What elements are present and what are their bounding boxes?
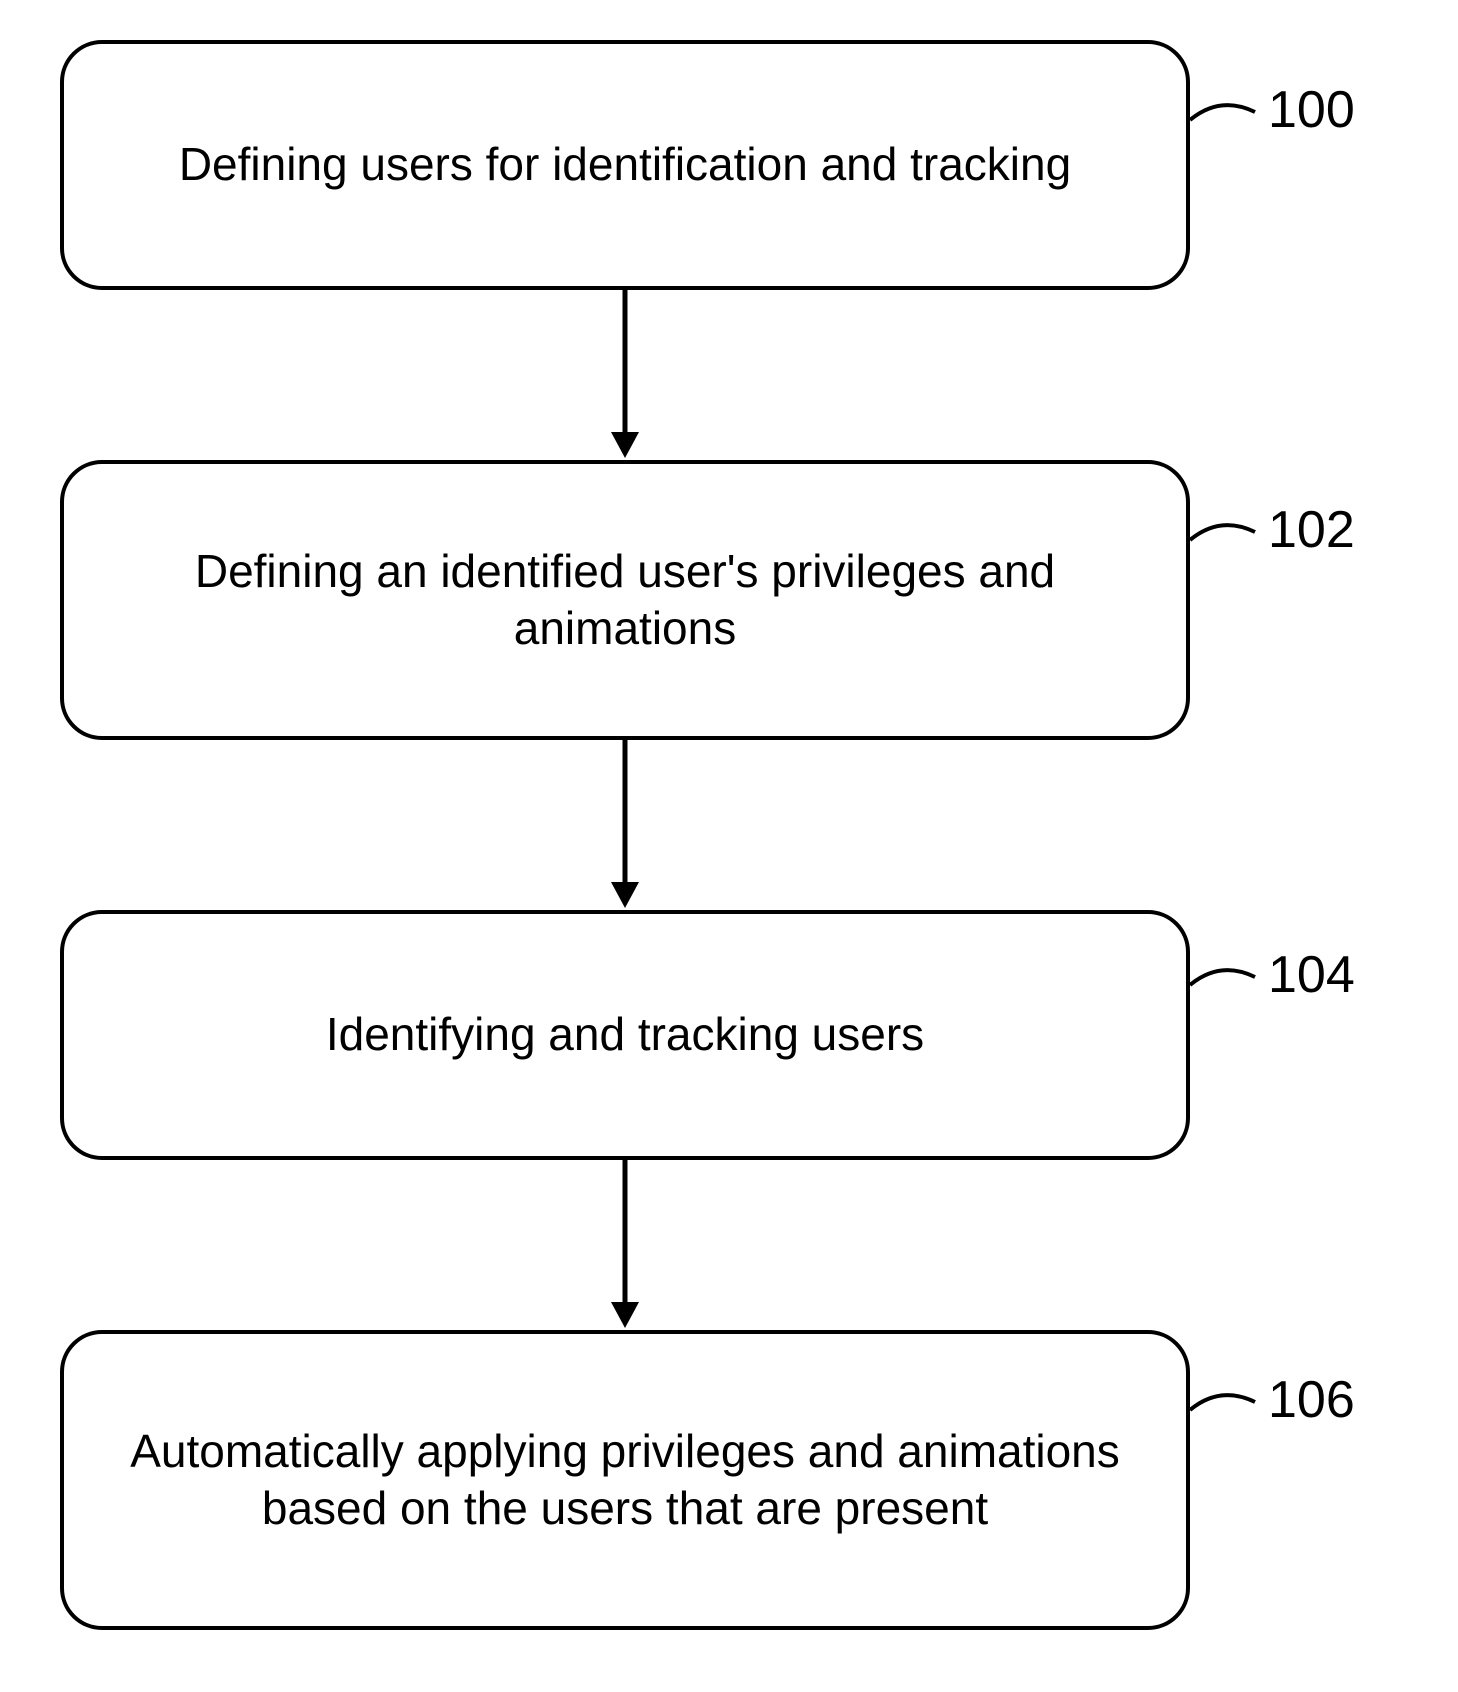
- step-text-2: Defining an identified user's privileges…: [114, 543, 1136, 658]
- connector-3: [1190, 955, 1270, 1005]
- step-box-3: Identifying and tracking users: [60, 910, 1190, 1160]
- step-label-2: 102: [1268, 500, 1355, 560]
- arrow-2: [60, 740, 1190, 910]
- step-box-4: Automatically applying privileges and an…: [60, 1330, 1190, 1630]
- arrow-1: [60, 290, 1190, 460]
- step-label-1: 100: [1268, 80, 1355, 140]
- arrow-3: [60, 1160, 1190, 1330]
- connector-2: [1190, 510, 1270, 560]
- connector-4: [1190, 1380, 1270, 1430]
- step-text-1: Defining users for identification and tr…: [179, 136, 1071, 194]
- step-text-3: Identifying and tracking users: [326, 1006, 924, 1064]
- step-text-4: Automatically applying privileges and an…: [114, 1423, 1136, 1538]
- connector-1: [1190, 90, 1270, 140]
- step-label-3: 104: [1268, 945, 1355, 1005]
- step-label-4: 106: [1268, 1370, 1355, 1430]
- step-box-2: Defining an identified user's privileges…: [60, 460, 1190, 740]
- step-box-1: Defining users for identification and tr…: [60, 40, 1190, 290]
